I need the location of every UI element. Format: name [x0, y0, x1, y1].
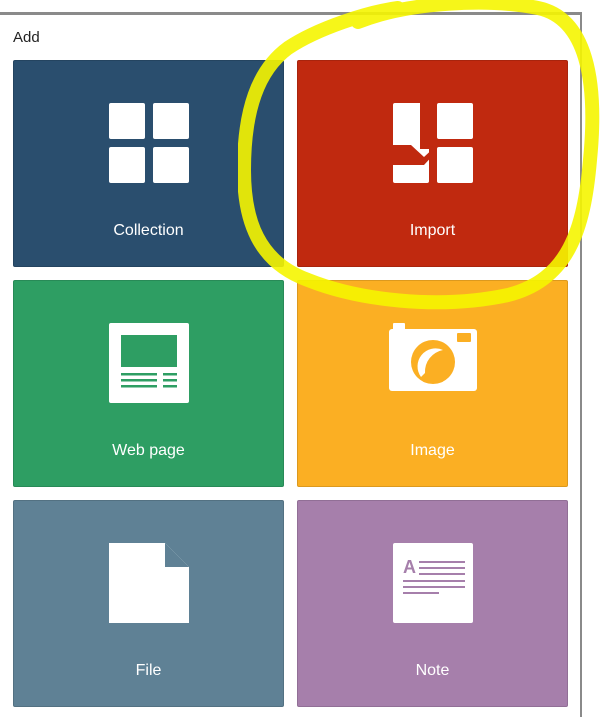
note-icon: A — [392, 543, 473, 623]
note-tile[interactable]: A Note — [297, 500, 568, 707]
file-tile[interactable]: File — [13, 500, 284, 707]
collection-label: Collection — [113, 222, 184, 239]
add-dialog: Add Collection Import Web page Image Fil… — [0, 12, 582, 717]
import-icon — [392, 103, 473, 183]
svg-text:A: A — [403, 557, 416, 577]
web-page-icon — [108, 323, 189, 403]
dialog-title: Add — [13, 29, 40, 46]
web-page-label: Web page — [112, 442, 185, 459]
image-label: Image — [410, 442, 455, 459]
web-page-tile[interactable]: Web page — [13, 280, 284, 487]
import-label: Import — [409, 222, 456, 239]
file-icon — [108, 543, 189, 623]
collection-grid-icon — [108, 103, 189, 183]
note-label: Note — [415, 662, 450, 679]
file-label: File — [135, 662, 162, 679]
import-tile[interactable]: Import — [297, 60, 568, 267]
camera-icon — [388, 323, 477, 391]
image-tile[interactable]: Image — [297, 280, 568, 487]
collection-tile[interactable]: Collection — [13, 60, 284, 267]
